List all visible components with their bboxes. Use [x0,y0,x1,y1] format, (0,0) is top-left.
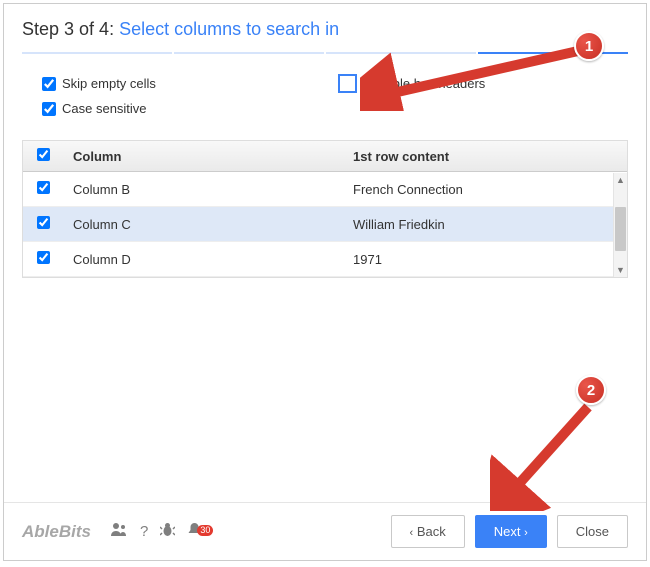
table-row[interactable]: Column D1971 [23,242,627,277]
row-column-name: Column B [63,172,343,207]
notification-icon[interactable]: 30 [187,522,202,541]
progress-bar [22,52,628,54]
progress-seg-1 [22,52,172,54]
back-button[interactable]: ‹ Back [391,515,465,548]
columns-table-wrap: Column 1st row content Column BFrench Co… [22,140,628,278]
row-checkbox-cell[interactable] [23,172,63,207]
skip-empty-checkbox[interactable]: Skip empty cells [42,76,310,91]
case-sensitive-input[interactable] [42,102,56,116]
columns-table: Column 1st row content Column BFrench Co… [23,141,627,277]
close-button[interactable]: Close [557,515,628,548]
progress-seg-3 [326,52,476,54]
row-column-name: Column C [63,207,343,242]
header-column[interactable]: Column [63,141,343,172]
row-checkbox-cell[interactable] [23,207,63,242]
scroll-thumb[interactable] [615,207,626,251]
people-icon[interactable] [111,522,128,541]
has-headers-input[interactable] [340,76,355,91]
chevron-right-icon: › [524,527,528,539]
row-first-content: 1971 [343,242,627,277]
case-sensitive-checkbox[interactable]: Case sensitive [42,101,310,116]
step-prefix: Step 3 of 4: [22,19,119,39]
case-sensitive-label: Case sensitive [62,101,147,116]
callout-1: 1 [574,31,604,61]
skip-empty-input[interactable] [42,77,56,91]
close-label: Close [576,524,609,539]
options-row: Skip empty cells Case sensitive My table… [4,76,646,140]
step-title-link[interactable]: Select columns to search in [119,19,339,39]
back-label: Back [417,524,446,539]
row-checkbox[interactable] [37,216,50,229]
dialog-footer: AbleBits ? 30 ‹ Back Next › Close [4,502,646,560]
row-checkbox[interactable] [37,181,50,194]
scroll-up-arrow[interactable]: ▲ [614,173,627,187]
next-label: Next [494,524,521,539]
bug-icon[interactable] [160,522,175,541]
row-checkbox-cell[interactable] [23,242,63,277]
table-row[interactable]: Column BFrench Connection [23,172,627,207]
row-column-name: Column D [63,242,343,277]
row-first-content: William Friedkin [343,207,627,242]
row-first-content: French Connection [343,172,627,207]
table-scrollbar[interactable]: ▲ ▼ [613,173,627,277]
brand-logo: AbleBits [22,522,91,542]
chevron-left-icon: ‹ [410,527,414,539]
select-all-input[interactable] [37,148,50,161]
has-headers-label: My table has headers [361,76,485,91]
has-headers-checkbox[interactable]: My table has headers [340,76,608,91]
row-checkbox[interactable] [37,251,50,264]
table-row[interactable]: Column CWilliam Friedkin [23,207,627,242]
notification-badge: 30 [197,525,213,536]
header-select-all[interactable] [23,141,63,172]
next-button[interactable]: Next › [475,515,547,548]
help-icon[interactable]: ? [140,523,148,540]
skip-empty-label: Skip empty cells [62,76,156,91]
progress-seg-4 [478,52,628,54]
step-header: Step 3 of 4: Select columns to search in [4,4,646,52]
wizard-dialog: Step 3 of 4: Select columns to search in… [3,3,647,561]
progress-seg-2 [174,52,324,54]
header-first-row[interactable]: 1st row content [343,141,627,172]
callout-2: 2 [576,375,606,405]
scroll-down-arrow[interactable]: ▼ [614,263,627,277]
